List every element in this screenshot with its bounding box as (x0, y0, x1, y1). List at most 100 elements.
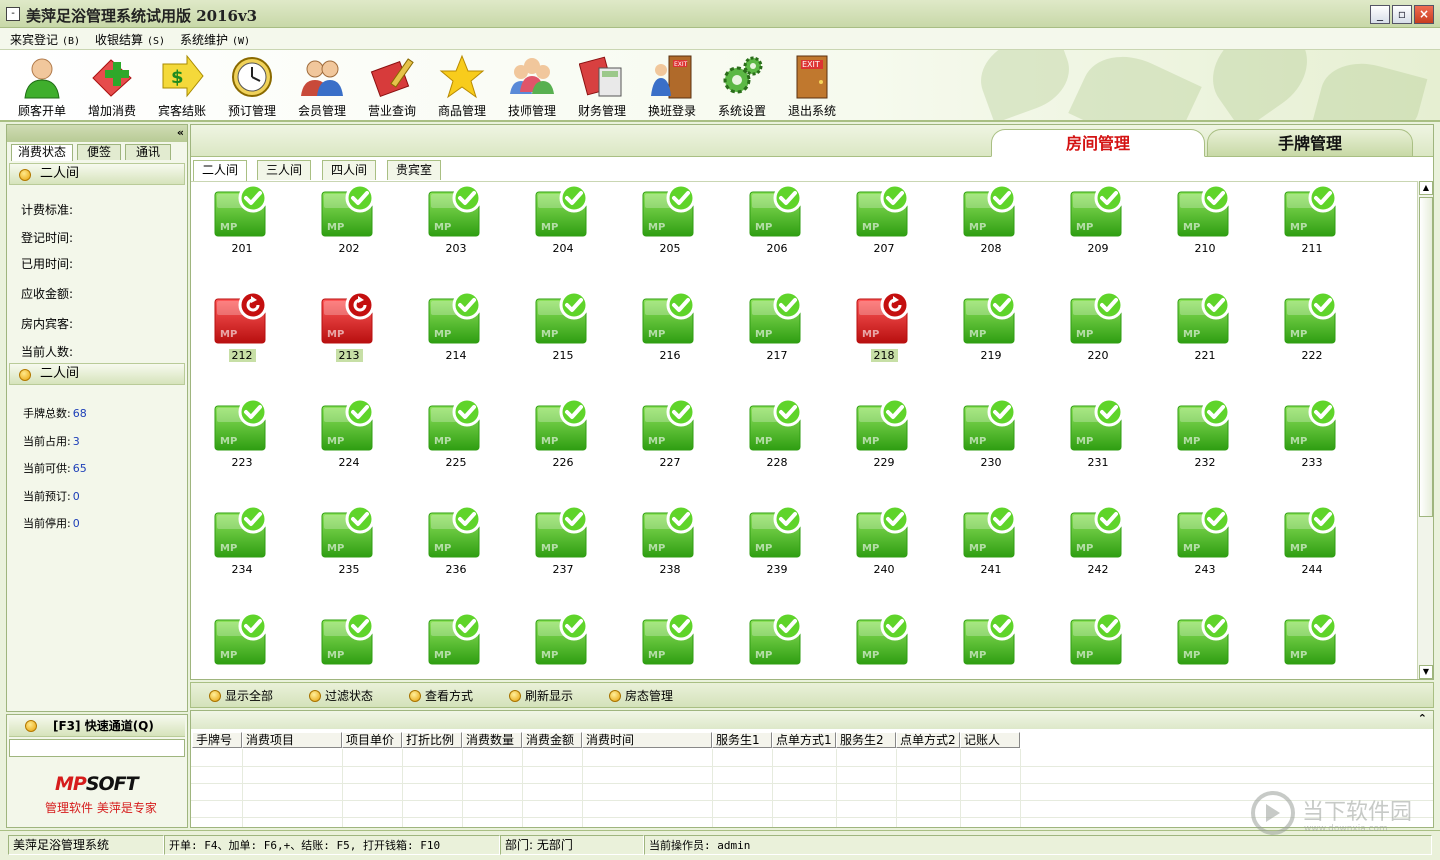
column-header[interactable]: 手牌号 (192, 732, 242, 748)
room-available[interactable]: MP (1058, 610, 1138, 679)
room-available[interactable]: MP 221 (1165, 289, 1245, 389)
column-header[interactable]: 消费项目 (242, 732, 342, 748)
tab-tag-management[interactable]: 手牌管理 (1207, 129, 1413, 157)
room-available[interactable]: MP 232 (1165, 396, 1245, 496)
tab-three-person[interactable]: 三人间 (257, 160, 311, 180)
room-available[interactable]: MP 227 (630, 396, 710, 496)
room-available[interactable]: MP 217 (737, 289, 817, 389)
tool-technicians[interactable]: 技师管理 (499, 52, 565, 120)
column-header[interactable]: 打折比例 (402, 732, 462, 748)
room-occupied[interactable]: MP 213 (309, 289, 389, 389)
room-available[interactable]: MP 224 (309, 396, 389, 496)
room-available[interactable]: MP 236 (416, 503, 496, 603)
tool-goods[interactable]: 商品管理 (429, 52, 495, 120)
room-available[interactable]: MP 211 (1272, 182, 1352, 282)
room-available[interactable]: MP 222 (1272, 289, 1352, 389)
room-occupied[interactable]: MP 212 (202, 289, 282, 389)
menu-guest-register[interactable]: 来宾登记 (B) (10, 31, 80, 48)
collapse-left-icon[interactable]: « (177, 126, 184, 139)
tool-reservation[interactable]: 预订管理 (219, 52, 285, 120)
room-available[interactable]: MP (1165, 610, 1245, 679)
room-available[interactable]: MP 239 (737, 503, 817, 603)
room-available[interactable]: MP 242 (1058, 503, 1138, 603)
room-status-button[interactable]: 房态管理 (609, 687, 673, 704)
tool-members[interactable]: 会员管理 (289, 52, 355, 120)
column-header[interactable]: 消费金额 (522, 732, 582, 748)
room-available[interactable]: MP 215 (523, 289, 603, 389)
column-header[interactable]: 消费数量 (462, 732, 522, 748)
tab-notes[interactable]: 便签 (77, 144, 121, 160)
tool-system-settings[interactable]: 系统设置 (709, 52, 775, 120)
minimize-button[interactable]: _ (1370, 5, 1390, 24)
expand-icon[interactable]: ⌃ (1418, 712, 1427, 725)
room-available[interactable]: MP (416, 610, 496, 679)
tab-four-person[interactable]: 四人间 (322, 160, 376, 180)
room-available[interactable]: MP 210 (1165, 182, 1245, 282)
tab-contacts[interactable]: 通讯 (125, 144, 171, 160)
room-available[interactable]: MP 233 (1272, 396, 1352, 496)
room-available[interactable]: MP 206 (737, 182, 817, 282)
column-header[interactable]: 消费时间 (582, 732, 712, 748)
room-available[interactable]: MP (844, 610, 924, 679)
column-header[interactable]: 记账人 (960, 732, 1020, 748)
room-available[interactable]: MP 241 (951, 503, 1031, 603)
refresh-button[interactable]: 刷新显示 (509, 687, 573, 704)
tool-finance[interactable]: 财务管理 (569, 52, 635, 120)
room-available[interactable]: MP 229 (844, 396, 924, 496)
room-available[interactable]: MP (309, 610, 389, 679)
column-header[interactable]: 点单方式2 (896, 732, 960, 748)
room-available[interactable]: MP 234 (202, 503, 282, 603)
room-available[interactable]: MP 237 (523, 503, 603, 603)
column-header[interactable]: 服务生1 (712, 732, 772, 748)
room-available[interactable]: MP 205 (630, 182, 710, 282)
room-available[interactable]: MP 228 (737, 396, 817, 496)
close-button[interactable]: × (1414, 5, 1434, 24)
tool-checkout[interactable]: $ 宾客结账 (149, 52, 215, 120)
column-header[interactable]: 项目单价 (342, 732, 402, 748)
filter-status-button[interactable]: 过滤状态 (309, 687, 373, 704)
room-available[interactable]: MP (951, 610, 1031, 679)
room-available[interactable]: MP 223 (202, 396, 282, 496)
room-occupied[interactable]: MP 218 (844, 289, 924, 389)
room-available[interactable]: MP 209 (1058, 182, 1138, 282)
room-available[interactable]: MP (630, 610, 710, 679)
room-available[interactable]: MP 225 (416, 396, 496, 496)
room-available[interactable]: MP (737, 610, 817, 679)
room-available[interactable]: MP 238 (630, 503, 710, 603)
room-available[interactable]: MP (1272, 610, 1352, 679)
room-available[interactable]: MP 208 (951, 182, 1031, 282)
room-available[interactable]: MP (523, 610, 603, 679)
menu-cashier[interactable]: 收银结算 (S) (95, 31, 165, 48)
tool-business-query[interactable]: 营业查询 (359, 52, 425, 120)
view-mode-button[interactable]: 查看方式 (409, 687, 473, 704)
room-available[interactable]: MP 243 (1165, 503, 1245, 603)
room-grid-scrollbar[interactable]: ▲ ▼ (1417, 181, 1433, 679)
system-menu-icon[interactable]: - (6, 7, 20, 21)
room-available[interactable]: MP 216 (630, 289, 710, 389)
scroll-thumb[interactable] (1419, 197, 1433, 517)
room-available[interactable]: MP 231 (1058, 396, 1138, 496)
tab-two-person[interactable]: 二人间 (193, 160, 247, 181)
tool-customer-open[interactable]: 顾客开单 (9, 52, 75, 120)
room-available[interactable]: MP 226 (523, 396, 603, 496)
room-available[interactable]: MP 240 (844, 503, 924, 603)
room-available[interactable]: MP 220 (1058, 289, 1138, 389)
tab-room-management[interactable]: 房间管理 (991, 129, 1205, 157)
scroll-down-icon[interactable]: ▼ (1419, 665, 1433, 679)
room-available[interactable]: MP 201 (202, 182, 282, 282)
column-header[interactable]: 服务生2 (836, 732, 896, 748)
room-available[interactable]: MP 202 (309, 182, 389, 282)
tab-vip-room[interactable]: 贵宾室 (387, 160, 441, 180)
room-available[interactable]: MP 230 (951, 396, 1031, 496)
room-available[interactable]: MP 204 (523, 182, 603, 282)
room-available[interactable]: MP 219 (951, 289, 1031, 389)
tool-exit[interactable]: EXIT 退出系统 (779, 52, 845, 120)
quick-channel-input[interactable] (9, 739, 185, 757)
tool-add-consumption[interactable]: 增加消费 (79, 52, 145, 120)
tool-shift-login[interactable]: EXIT 换班登录 (639, 52, 705, 120)
room-available[interactable]: MP 203 (416, 182, 496, 282)
maximize-button[interactable]: ▫ (1392, 5, 1412, 24)
room-available[interactable]: MP 235 (309, 503, 389, 603)
room-available[interactable]: MP 207 (844, 182, 924, 282)
menu-system[interactable]: 系统维护 (W) (180, 31, 250, 48)
